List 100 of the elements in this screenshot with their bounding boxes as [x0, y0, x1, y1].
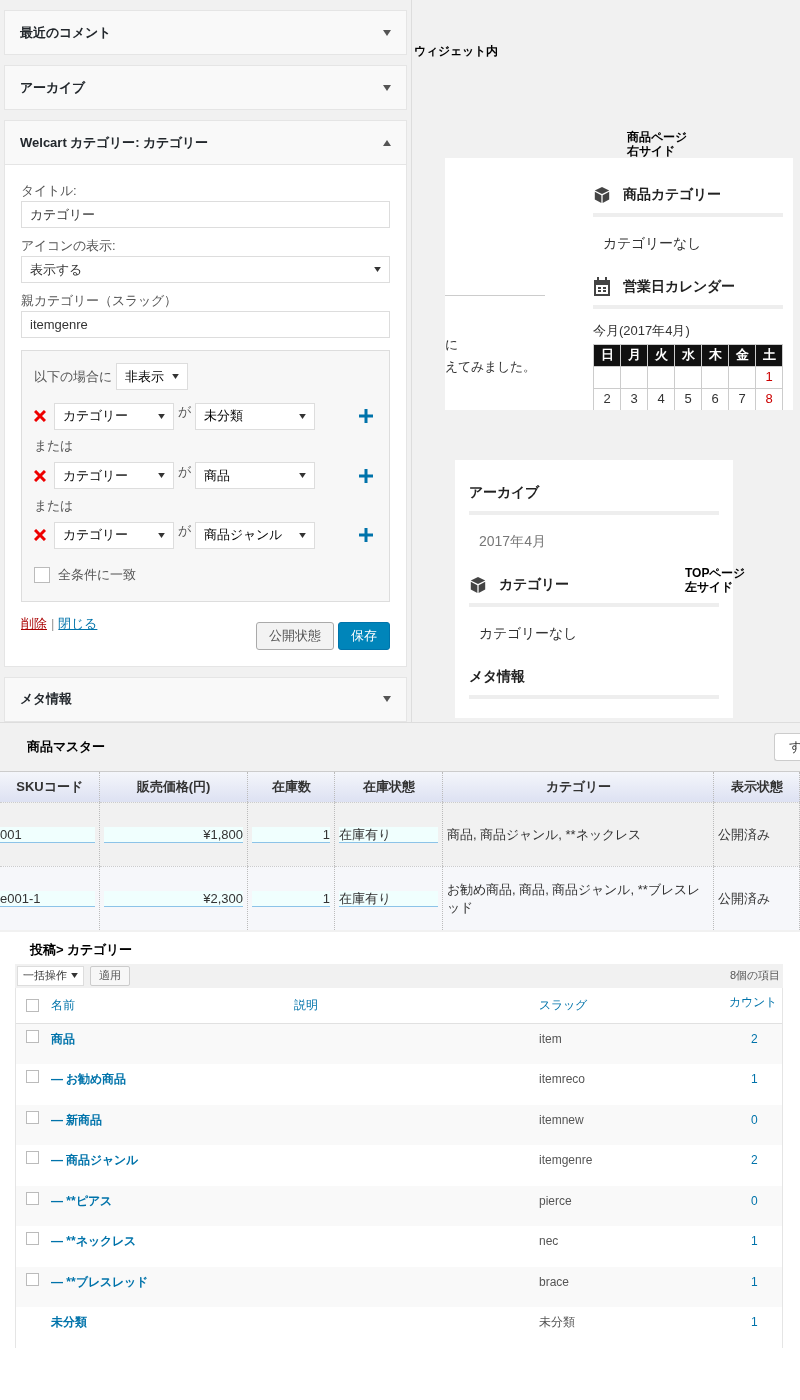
count-link[interactable]: 1: [751, 1313, 758, 1331]
weekday-cell: 火: [647, 344, 675, 366]
collapse-arrow-icon[interactable]: [383, 139, 391, 146]
value-select[interactable]: 未分類: [195, 402, 315, 430]
row-checkbox[interactable]: [26, 1232, 39, 1245]
apply-button[interactable]: 適用: [90, 965, 130, 986]
status-button[interactable]: 公開状態: [256, 621, 334, 650]
add-rule-icon[interactable]: [359, 409, 373, 423]
value-select[interactable]: 商品: [195, 462, 315, 489]
category-name-link[interactable]: — 新商品: [51, 1110, 539, 1129]
count-link[interactable]: 2: [751, 1029, 758, 1048]
field-select[interactable]: カテゴリー: [54, 402, 174, 430]
stock-status-input[interactable]: 在庫有り: [339, 826, 438, 843]
count-link[interactable]: 1: [751, 1272, 758, 1291]
category-name-link[interactable]: — **ネックレス: [51, 1232, 539, 1250]
category-name-link[interactable]: — **ブレスレッド: [51, 1272, 539, 1291]
dropdown-caret-icon: [299, 413, 306, 419]
column-header[interactable]: カウント: [729, 992, 777, 1011]
bulk-action-select[interactable]: 一括操作: [17, 965, 84, 986]
row-checkbox[interactable]: [26, 1029, 39, 1043]
calendar-caption: 今月(2017年4月): [593, 322, 691, 340]
widget-header[interactable]: メタ情報: [5, 677, 406, 721]
widget-heading: 商品カテゴリー: [593, 184, 783, 217]
row-checkbox[interactable]: [26, 1151, 39, 1164]
sku-input[interactable]: 001: [0, 826, 95, 843]
count-link[interactable]: 0: [751, 1191, 758, 1210]
price-input[interactable]: ¥2,300: [104, 890, 243, 907]
dropdown-caret-icon: [374, 267, 381, 272]
column-header: 在庫数: [248, 772, 335, 802]
field-select[interactable]: カテゴリー: [54, 521, 174, 549]
field-select[interactable]: カテゴリー: [54, 462, 174, 489]
operator-label: が: [178, 522, 191, 540]
weekday-cell: 土: [755, 344, 783, 366]
column-header: 表示状態: [714, 772, 800, 802]
stock-input[interactable]: 1: [252, 890, 330, 907]
action-select[interactable]: 非表示: [116, 363, 188, 390]
row-checkbox[interactable]: [26, 1191, 39, 1205]
slug-cell-text: itemnew: [539, 1111, 585, 1129]
category-name-link[interactable]: — お勧め商品: [51, 1070, 539, 1088]
annotation-label: 左サイド: [685, 580, 734, 594]
stock-input[interactable]: 1: [252, 826, 330, 843]
add-rule-icon[interactable]: [359, 468, 373, 483]
slug-cell-text: 未分類: [539, 1314, 576, 1331]
price-input[interactable]: ¥1,800: [104, 826, 243, 843]
expand-arrow-icon[interactable]: [383, 696, 391, 702]
day-cell: 2: [593, 388, 621, 410]
joiner-label: または: [34, 496, 74, 515]
category-name-link[interactable]: 商品: [51, 1029, 539, 1048]
row-checkbox[interactable]: [26, 1272, 39, 1286]
column-header[interactable]: 名前: [51, 996, 294, 1014]
dropdown-caret-icon: [158, 473, 165, 478]
select-field[interactable]: 表示する: [21, 256, 390, 283]
match-all-checkbox[interactable]: [34, 566, 50, 583]
select-all-checkbox[interactable]: [26, 998, 39, 1012]
column-header: SKUコード: [0, 772, 100, 802]
text-field[interactable]: カテゴリー: [21, 201, 390, 228]
annotation-label: 右サイド: [627, 144, 676, 158]
column-header[interactable]: スラッグ: [539, 996, 729, 1014]
row-checkbox[interactable]: [26, 1110, 39, 1124]
count-link[interactable]: 0: [751, 1110, 758, 1129]
add-rule-icon[interactable]: [359, 528, 373, 542]
value-select[interactable]: 商品ジャンル: [195, 521, 315, 549]
joiner-label: または: [34, 437, 74, 455]
header-button[interactable]: す: [774, 733, 800, 761]
widget-list-item[interactable]: 2017年4月: [469, 527, 719, 556]
count-link[interactable]: 1: [751, 1070, 758, 1088]
sku-input[interactable]: e001-1: [0, 890, 95, 907]
widget-header[interactable]: Welcart カテゴリー: カテゴリー: [5, 121, 406, 164]
widget-heading: 営業日カレンダー: [593, 276, 783, 309]
widget-list-item[interactable]: カテゴリーなし: [593, 229, 783, 258]
widget-list-item[interactable]: カテゴリーなし: [469, 619, 719, 648]
article-text-fragment: えてみました。: [445, 358, 537, 376]
weekday-cell: 水: [674, 344, 702, 366]
category-name-link[interactable]: — **ピアス: [51, 1191, 539, 1210]
remove-rule-icon[interactable]: [34, 469, 46, 482]
expand-arrow-icon[interactable]: [383, 29, 391, 36]
field-label: タイトル:: [21, 182, 78, 200]
weekday-cell: 月: [620, 344, 648, 366]
row-checkbox[interactable]: [26, 1070, 39, 1083]
expand-arrow-icon[interactable]: [383, 84, 391, 91]
count-link[interactable]: 2: [751, 1151, 758, 1169]
widget-heading: アーカイブ: [469, 482, 719, 515]
category-name-link[interactable]: — 商品ジャンル: [51, 1151, 539, 1169]
close-link[interactable]: 閉じる: [58, 613, 98, 633]
article-text-fragment: に: [445, 336, 459, 354]
delete-link[interactable]: 削除: [21, 613, 47, 633]
category-name-link[interactable]: 未分類: [51, 1313, 539, 1331]
column-header: 在庫状態: [335, 772, 443, 802]
widget-header[interactable]: アーカイブ: [5, 66, 406, 109]
cube-icon: [593, 185, 611, 204]
stock-status-input[interactable]: 在庫有り: [339, 890, 438, 907]
remove-rule-icon[interactable]: [34, 410, 46, 422]
condition-prefix: 以下の場合に: [34, 367, 112, 386]
table-cell-text: 公開済み: [718, 825, 770, 844]
save-button[interactable]: 保存: [338, 621, 390, 650]
text-field[interactable]: itemgenre: [21, 311, 390, 338]
field-label: アイコンの表示:: [21, 237, 117, 255]
count-link[interactable]: 1: [751, 1232, 758, 1250]
remove-rule-icon[interactable]: [34, 529, 46, 541]
widget-header[interactable]: 最近のコメント: [5, 11, 406, 54]
